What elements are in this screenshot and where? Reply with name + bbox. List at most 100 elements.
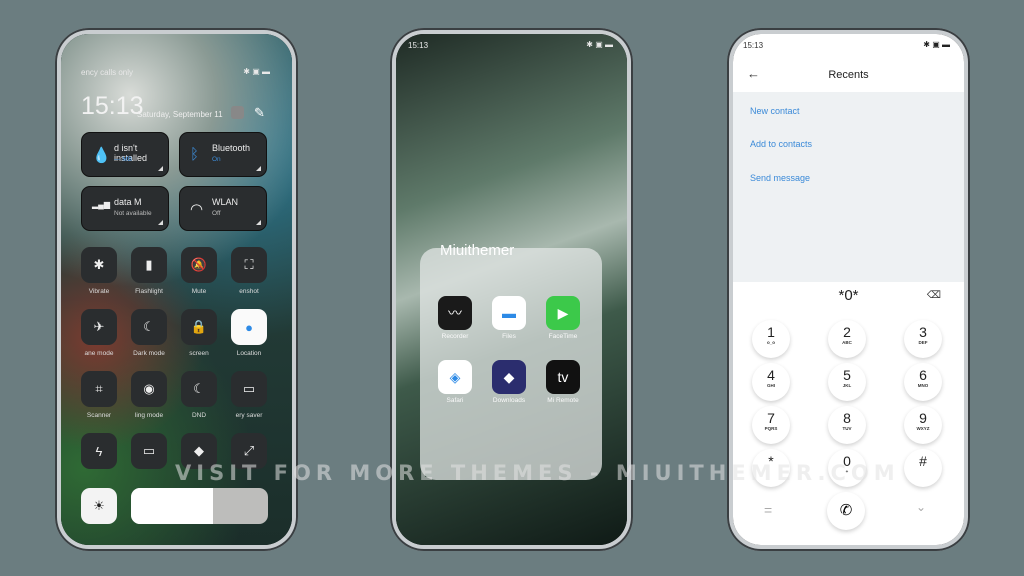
toggle-mute[interactable]: 🔕 [181,247,217,283]
toggle-moon[interactable]: ☾ [131,309,167,345]
key-letters: DEF [918,340,928,345]
backspace-icon[interactable]: ⌫ [927,290,941,301]
tile-signal[interactable]: ▂▄▆ data M Not available [81,186,169,231]
expand-icon [256,220,261,225]
eye-icon: ◉ [143,381,155,396]
key-letters: ABC [842,340,852,345]
toggle-label: ane mode [84,350,114,357]
key-8[interactable]: 8 TUV [828,406,866,444]
status-icons: ✱ ▣ ▬ [243,67,270,76]
toggle-moon[interactable]: ☾ [181,371,217,407]
collapse-keypad-icon[interactable]: ⌄ [916,500,926,514]
scanner-icon: ⌗ [95,381,103,396]
toggle-label: ling mode [134,412,164,419]
key-1[interactable]: 1 o_o [752,320,790,358]
toggle-lock[interactable]: 🔒 [181,309,217,345]
send-message-link[interactable]: Send message [750,173,810,183]
toggle-screenshot[interactable]: ⛶ [231,247,267,283]
toggle-vibrate[interactable]: ✱ [81,247,117,283]
clock: 15:13 [81,92,144,120]
toggle-label: ery saver [235,412,263,419]
water-drop-icon: 💧 [92,147,111,164]
flashlight-icon: ▮ [145,257,153,272]
status-icons: ✱ ▣ ▬ [586,40,613,49]
app-label: Safari [446,397,464,404]
menu-icon[interactable]: = [764,502,772,518]
tile-wifi[interactable]: ◠ WLAN Off [179,186,267,231]
key-digit: 3 [919,324,927,340]
moon-icon: ☾ [143,319,155,334]
airplane-icon: ✈ [93,319,105,334]
key-2[interactable]: 2 ABC [828,320,866,358]
key-digit: 5 [843,367,851,383]
folder-name[interactable]: Miuithemer [440,242,514,259]
toggle-cast[interactable]: ▭ [131,433,167,469]
toggle-label: Flashlight [135,288,163,295]
toggle-flashlight[interactable]: ▮ [131,247,167,283]
settings-icon[interactable] [231,106,244,119]
edit-icon[interactable]: ✎ [254,105,265,121]
key-9[interactable]: 9 WXYZ [904,406,942,444]
app-icon: tv [557,369,569,385]
signal-icon: ▂▄▆ [92,200,110,209]
call-button[interactable]: ✆ [827,492,865,530]
vibrate-icon: ✱ [93,257,105,272]
toggle-eye[interactable]: ◉ [131,371,167,407]
key-digit: 7 [767,410,775,426]
key-5[interactable]: 5 JKL [828,363,866,401]
app-downloads[interactable]: ◆ [492,360,526,394]
toggle-airplane[interactable]: ✈ [81,309,117,345]
key-digit: 1 [767,324,775,340]
wifi-icon: ◠ [190,201,204,218]
toggle-label: screen [189,350,209,357]
mute-icon: 🔕 [190,257,208,272]
app-label: Recorder [441,333,469,340]
key-7[interactable]: 7 PQRS [752,406,790,444]
resize-icon: ⤢ [243,443,255,458]
shortcut-icon: ◆ [194,443,204,458]
toggle-label: Dark mode [133,350,165,357]
battery-icon: ▭ [242,381,256,396]
key-6[interactable]: 6 MNO [904,363,942,401]
key-#[interactable]: # [904,449,942,487]
app-safari[interactable]: ◈ [438,360,472,394]
bolt-icon: ϟ [95,443,103,459]
screenshot-icon: ⛶ [244,257,254,272]
key-3[interactable]: 3 DEF [904,320,942,358]
auto-brightness-button[interactable]: ☀ [81,488,117,524]
key-digit: 4 [767,367,775,383]
toggle-battery[interactable]: ▭ [231,371,267,407]
key-digit: 8 [843,410,851,426]
toggle-label: enshot [239,288,259,295]
toggle-scanner[interactable]: ⌗ [81,371,117,407]
toggle-location[interactable]: ● [231,309,267,345]
carrier-status: ency calls only [81,68,134,77]
new-contact-link[interactable]: New contact [750,106,800,116]
expand-icon [256,166,261,171]
app-facetime[interactable]: ▶ [546,296,580,330]
key-4[interactable]: 4 GHI [752,363,790,401]
date: Saturday, September 11 [137,110,223,119]
watermark: VISIT FOR MORE THEMES - MIUITHEMER.COM [175,461,900,485]
key-digit: 9 [919,410,927,426]
add-to-contacts-link[interactable]: Add to contacts [750,139,812,149]
moon-icon: ☾ [193,381,205,396]
app-files[interactable]: ▬ [492,296,526,330]
app-recorder[interactable]: 〰 [438,296,472,330]
key-letters: TUV [842,426,852,431]
key-letters: GHI [766,383,775,388]
toggle-bolt[interactable]: ϟ [81,433,117,469]
key-letters: PQRS [764,426,778,431]
lock-icon: 🔒 [190,319,208,334]
key-letters: JKL [842,383,852,388]
toggle-label: Scanner [86,412,112,419]
tile-water-drop[interactable]: 💧 d isn't installed — MB [81,132,169,177]
expand-icon [158,166,163,171]
app-icon: ◆ [503,368,515,385]
key-letters: MNO [917,383,929,388]
app-mi-remote[interactable]: tv [546,360,580,394]
tile-bluetooth[interactable]: ᛒ Bluetooth On [179,132,267,177]
toggle-label: Mute [191,288,207,295]
brightness-slider[interactable] [131,488,268,524]
tile-title: data M [114,197,142,207]
